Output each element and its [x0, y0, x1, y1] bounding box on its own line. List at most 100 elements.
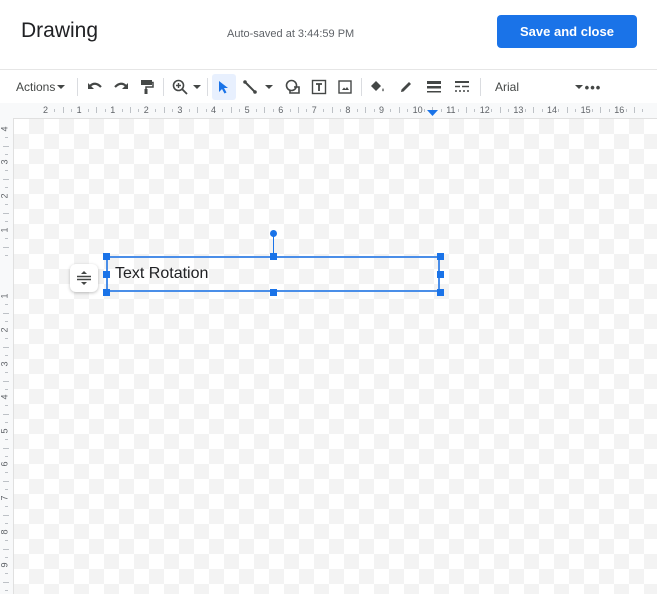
redo-button[interactable]: [110, 74, 132, 100]
resize-handle-bottom[interactable]: [270, 289, 277, 296]
ruler-tick: [3, 380, 9, 382]
actions-label: Actions: [16, 80, 56, 94]
ruler-tick: [4, 506, 8, 508]
ruler-tick: [4, 321, 8, 323]
ruler-tick: [4, 573, 8, 575]
ruler-tick: [365, 107, 367, 113]
zoom-button[interactable]: [170, 74, 202, 100]
ruler-tick: [4, 204, 8, 206]
ruler-tick: [440, 108, 442, 112]
select-tool-button[interactable]: [212, 74, 236, 100]
border-dash-button[interactable]: [451, 74, 473, 100]
ruler-label: 6: [278, 105, 284, 115]
ruler-label: 6: [0, 461, 10, 467]
ruler-tick: [4, 154, 8, 156]
ruler-tick: [566, 107, 568, 113]
ruler-tick: [298, 107, 299, 113]
ruler-tick: [466, 107, 467, 113]
ruler-tick: [256, 108, 257, 112]
ruler-tick: [4, 137, 8, 139]
ruler-tick: [491, 108, 493, 112]
more-horizontal-icon: •••: [584, 79, 602, 95]
toolbar-divider: [77, 78, 78, 96]
ruler-tick: [197, 107, 199, 113]
ruler-tick: [4, 187, 8, 189]
ruler-label: 2: [143, 105, 149, 115]
right-indent-marker[interactable]: [427, 109, 439, 117]
image-icon: [338, 80, 352, 94]
pencil-icon: [401, 82, 411, 92]
ruler-tick: [634, 107, 635, 113]
resize-handle-top[interactable]: [270, 253, 277, 260]
ruler-label: 12: [479, 105, 490, 115]
ruler-label: 1: [76, 105, 82, 115]
ruler-label: 3: [0, 361, 10, 367]
line-dash-icon: [455, 81, 469, 92]
ruler-tick: [104, 108, 106, 112]
ruler-tick: [88, 108, 89, 112]
ruler-label: 9: [379, 105, 385, 115]
vertical-align-button[interactable]: [70, 264, 98, 292]
ruler-tick: [4, 338, 8, 340]
ruler-tick: [155, 108, 157, 112]
ruler-tick: [508, 108, 509, 112]
ruler-tick: [264, 107, 266, 113]
font-family-value: Arial: [495, 80, 520, 94]
ruler-label: 3: [177, 105, 183, 115]
ruler-tick: [4, 590, 8, 592]
text-box-tool-button[interactable]: [308, 74, 330, 100]
ruler-tick: [230, 107, 232, 113]
redo-icon: [114, 82, 128, 89]
ruler-tick: [3, 312, 9, 314]
cursor-arrow-icon: [219, 81, 228, 94]
ruler-label: 7: [311, 105, 317, 115]
ruler-tick: [390, 108, 392, 112]
line-tool-button[interactable]: [240, 74, 276, 100]
ruler-tick: [138, 108, 140, 112]
ruler-label: 7: [0, 495, 10, 501]
ruler-tick: [3, 480, 9, 482]
header: Drawing Auto-saved at 3:44:59 PM Save an…: [0, 0, 657, 66]
chevron-down-icon: [57, 85, 66, 89]
shape-icon: [285, 79, 300, 94]
text-box-content[interactable]: Text Rotation: [115, 265, 208, 283]
ruler-tick: [4, 456, 8, 458]
paint-format-button[interactable]: [136, 74, 158, 100]
ruler-label: 16: [614, 105, 625, 115]
ruler-label: 4: [211, 105, 217, 115]
ruler-tick: [4, 472, 8, 474]
resize-handle-bottom-right[interactable]: [437, 289, 444, 296]
border-color-button[interactable]: [395, 74, 417, 100]
fill-color-button[interactable]: [367, 74, 389, 100]
undo-button[interactable]: [84, 74, 106, 100]
actions-menu[interactable]: Actions: [16, 74, 66, 100]
ruler-tick: [474, 108, 476, 112]
shape-tool-button[interactable]: [282, 74, 304, 100]
drawing-canvas[interactable]: [14, 119, 657, 594]
toolbar: Actions Arial •••: [0, 69, 657, 104]
rotation-handle[interactable]: [270, 230, 277, 237]
resize-handle-top-left[interactable]: [103, 253, 110, 260]
font-family-select[interactable]: Arial: [488, 74, 583, 100]
ruler-tick: [62, 107, 64, 113]
ruler-tick: [4, 355, 8, 357]
border-weight-button[interactable]: [423, 74, 445, 100]
more-options-button[interactable]: •••: [583, 74, 603, 100]
toolbar-divider: [163, 78, 164, 96]
ruler-tick: [121, 108, 123, 112]
resize-handle-left[interactable]: [103, 271, 110, 278]
ruler-tick: [4, 523, 8, 525]
ruler-tick: [289, 108, 291, 112]
ruler-tick: [4, 372, 8, 374]
resize-handle-right[interactable]: [437, 271, 444, 278]
zoom-in-icon: [172, 79, 188, 95]
save-and-close-button[interactable]: Save and close: [497, 15, 637, 48]
ruler-tick: [3, 346, 9, 348]
resize-handle-bottom-left[interactable]: [103, 289, 110, 296]
image-tool-button[interactable]: [334, 74, 356, 100]
resize-handle-top-right[interactable]: [437, 253, 444, 260]
ruler-tick: [4, 304, 8, 306]
ruler-tick: [524, 108, 526, 112]
ruler-tick: [3, 246, 9, 248]
ruler-tick: [205, 108, 207, 112]
